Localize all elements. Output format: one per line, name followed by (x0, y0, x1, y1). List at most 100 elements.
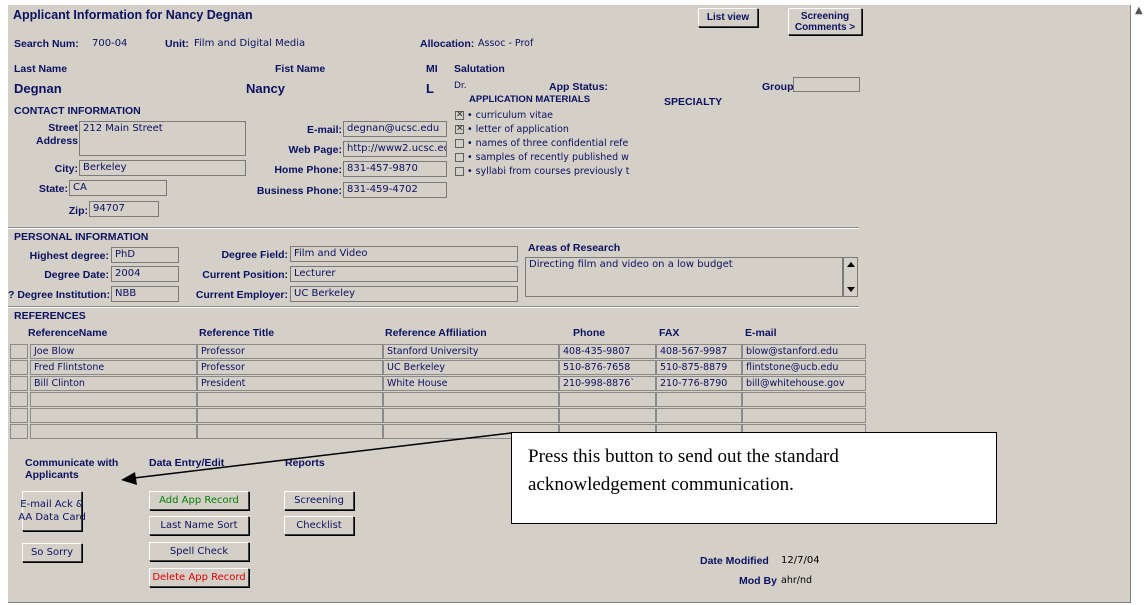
reference-cell[interactable]: UC Berkeley (383, 360, 559, 375)
salutation-value[interactable]: Dr. (454, 81, 467, 91)
reference-cell[interactable]: Bill Clinton (30, 376, 197, 391)
material-checkbox[interactable]: ✕ (455, 111, 464, 120)
search-num-value: 700-04 (92, 38, 128, 49)
screening-comments-button[interactable]: Screening Comments > (788, 8, 862, 35)
zip-label: Zip: (68, 205, 88, 217)
application-materials-heading: APPLICATION MATERIALS (469, 94, 591, 105)
row-selector[interactable] (10, 344, 28, 359)
reference-cell[interactable] (197, 424, 383, 439)
material-checkbox[interactable] (455, 153, 464, 162)
scroll-up-icon[interactable] (847, 262, 855, 267)
first-name-value[interactable]: Nancy (246, 81, 285, 96)
reference-cell[interactable]: 210-776-8790 (656, 376, 742, 391)
reference-column-header: Reference Title (199, 327, 275, 339)
reference-cell[interactable]: 408-435-9807 (559, 344, 656, 359)
row-selector[interactable] (10, 360, 28, 375)
reference-cell[interactable]: White House (383, 376, 559, 391)
reference-cell[interactable]: 510-876-7658 (559, 360, 656, 375)
state-field[interactable]: CA (69, 180, 167, 196)
degree-date-label: Degree Date: (44, 269, 109, 281)
divider (8, 227, 859, 229)
reference-cell[interactable]: 510-875-8879 (656, 360, 742, 375)
reference-cell[interactable] (742, 408, 866, 423)
reference-cell[interactable]: Stanford University (383, 344, 559, 359)
row-selector[interactable] (10, 392, 28, 407)
allocation-label: Allocation: (420, 38, 475, 50)
current-employer-field[interactable]: UC Berkeley (290, 286, 518, 302)
reference-cell[interactable]: Professor (197, 344, 383, 359)
personal-heading: PERSONAL INFORMATION (14, 231, 149, 243)
email-label: E-mail: (306, 124, 342, 136)
current-position-label: Current Position: (202, 269, 288, 281)
current-position-field[interactable]: Lecturer (290, 266, 518, 282)
degree-institution-label: ? Degree Institution: (8, 289, 111, 301)
delete-app-record-button[interactable]: Delete App Record (149, 568, 249, 587)
material-checkbox[interactable]: ✕ (455, 125, 464, 134)
city-field[interactable]: Berkeley (79, 160, 246, 176)
degree-institution-field[interactable]: NBB (111, 286, 179, 302)
reference-cell[interactable] (559, 408, 656, 423)
scroll-down-icon[interactable] (847, 287, 855, 292)
home-phone-field[interactable]: 831-457-9870 (343, 161, 447, 177)
email-ack-button[interactable]: E-mail Ack & AA Data Card (18, 491, 86, 531)
material-label: • syllabi from courses previously t (467, 166, 630, 177)
last-name-value[interactable]: Degnan (14, 81, 62, 96)
reference-cell[interactable] (656, 392, 742, 407)
degree-date-field[interactable]: 2004 (111, 266, 179, 282)
reference-cell[interactable] (30, 424, 197, 439)
reference-column-header: E-mail (745, 327, 777, 339)
reference-cell[interactable] (383, 408, 559, 423)
row-selector[interactable] (10, 376, 28, 391)
last-name-sort-button[interactable]: Last Name Sort (149, 516, 249, 535)
reference-cell[interactable]: 408-567-9987 (656, 344, 742, 359)
reference-cell[interactable] (559, 392, 656, 407)
material-checkbox[interactable] (455, 139, 464, 148)
email-field[interactable]: degnan@ucsc.edu (343, 121, 447, 137)
screening-button[interactable]: Screening (284, 491, 354, 510)
mod-by-label: Mod By (739, 575, 777, 587)
row-selector[interactable] (10, 424, 28, 439)
reference-cell[interactable] (197, 408, 383, 423)
reference-cell[interactable] (742, 392, 866, 407)
reference-cell[interactable] (197, 392, 383, 407)
checklist-button[interactable]: Checklist (284, 516, 354, 535)
reference-cell[interactable] (383, 392, 559, 407)
references-heading: REFERENCES (14, 310, 86, 322)
reference-cell[interactable]: bill@whitehouse.gov (742, 376, 866, 391)
mod-by-value: ahr/nd (781, 575, 813, 586)
reference-cell[interactable]: Joe Blow (30, 344, 197, 359)
add-app-record-button[interactable]: Add App Record (149, 491, 249, 510)
reference-cell[interactable]: flintstone@ucb.edu (742, 360, 866, 375)
zip-field[interactable]: 94707 (89, 201, 159, 217)
material-label: • letter of application (467, 124, 569, 135)
reference-cell[interactable]: Professor (197, 360, 383, 375)
reference-cell[interactable] (656, 408, 742, 423)
web-page-field[interactable]: http://www2.ucsc.ed (343, 141, 447, 157)
reference-cell[interactable]: blow@stanford.edu (742, 344, 866, 359)
window-scroll-icon[interactable]: ▲ (1135, 5, 1144, 19)
reference-column-header: Reference Affiliation (385, 327, 487, 339)
reference-cell[interactable]: President (197, 376, 383, 391)
material-label: • samples of recently published w (467, 152, 629, 163)
highest-degree-field[interactable]: PhD (111, 247, 179, 263)
mi-value[interactable]: L (426, 81, 434, 96)
reference-column-header: Phone (573, 327, 606, 339)
business-phone-field[interactable]: 831-459-4702 (343, 182, 447, 198)
street-address-field[interactable]: 212 Main Street (79, 121, 246, 156)
material-checkbox[interactable] (455, 167, 464, 176)
spell-check-button[interactable]: Spell Check (149, 542, 249, 561)
first-name-label: Fist Name (275, 63, 326, 75)
row-selector[interactable] (10, 408, 28, 423)
reference-cell[interactable] (30, 392, 197, 407)
list-view-button[interactable]: List view (698, 8, 758, 27)
reference-cell[interactable]: Fred Flintstone (30, 360, 197, 375)
areas-of-research-field[interactable]: Directing film and video on a low budget (525, 257, 843, 297)
current-employer-label: Current Employer: (195, 289, 288, 301)
reference-cell[interactable] (30, 408, 197, 423)
reference-cell[interactable]: 210-998-8876` (559, 376, 656, 391)
so-sorry-button[interactable]: So Sorry (22, 543, 82, 562)
last-name-label: Last Name (14, 63, 68, 75)
group-field[interactable] (793, 77, 860, 92)
degree-field-field[interactable]: Film and Video (290, 246, 518, 262)
research-scrollbar[interactable] (843, 257, 858, 297)
